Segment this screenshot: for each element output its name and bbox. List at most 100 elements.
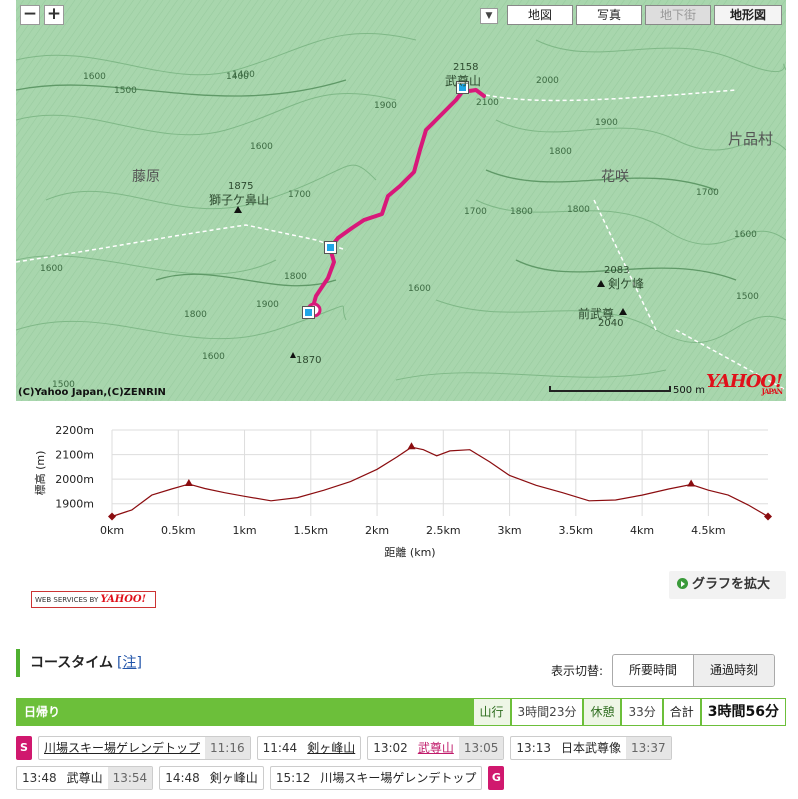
x-tick-label: 3km xyxy=(498,524,522,537)
course-time-heading: コースタイム [注] xyxy=(16,649,142,677)
x-tick-label: 0.5km xyxy=(161,524,196,537)
display-toggle: 所要時間 通過時刻 xyxy=(612,654,775,687)
zoom-in-button[interactable]: + xyxy=(44,5,64,25)
scale-bar xyxy=(549,386,671,392)
x-tick-label: 3.5km xyxy=(559,524,594,537)
waypoint-name[interactable]: 武尊山 xyxy=(413,737,459,759)
contour-label: 1600 xyxy=(40,264,63,274)
departure-time: 11:16 xyxy=(205,737,250,759)
contour-label: 1600 xyxy=(408,284,431,294)
contour-label: 2100 xyxy=(476,98,499,108)
route-row-1: S 川場スキー場ゲレンデトップ 11:16 11:44 剣ヶ峰山 13:02 武尊山 13:… xyxy=(16,736,672,760)
x-tick-label: 1.5km xyxy=(293,524,328,537)
contour-label: 2000 xyxy=(536,76,559,86)
contour-label: 1800 xyxy=(184,310,207,320)
route-waypoint: 11:44 剣ヶ峰山 xyxy=(256,736,362,760)
rest-label: 休憩 xyxy=(583,698,622,726)
waypoint-start[interactable] xyxy=(302,306,315,319)
elev-1870: 1870 xyxy=(296,355,322,366)
contour-label: 1700 xyxy=(288,190,311,200)
x-axis-title: 距離 (km) xyxy=(384,545,435,559)
toggle-passing-time[interactable]: 通過時刻 xyxy=(693,655,774,686)
contour-label: 1400 xyxy=(226,72,249,82)
endpoint-marker xyxy=(764,512,772,521)
total-label: 合計 xyxy=(662,698,701,726)
y-tick-label: 2100m xyxy=(55,449,94,462)
x-tick-label: 4km xyxy=(630,524,654,537)
terrain-contours xyxy=(16,0,786,401)
walk-value: 3時間23分 xyxy=(510,698,584,726)
map-type-underground: 地下街 xyxy=(645,5,711,25)
label-fujiwara: 藤原 xyxy=(132,169,160,185)
play-icon xyxy=(677,578,688,589)
departure-time: 13:05 xyxy=(458,737,504,759)
toggle-required-time[interactable]: 所要時間 xyxy=(613,655,693,686)
peak-marker xyxy=(407,442,416,450)
contour-label: 1800 xyxy=(510,207,533,217)
arrival-time: 13:13 xyxy=(516,741,552,755)
arrival-time: 13:02 xyxy=(373,741,408,755)
yahoo-map-logo: YAHOO! JAPAN xyxy=(706,371,783,396)
y-axis-title: 標高 (m) xyxy=(33,451,47,496)
contour-label: 1700 xyxy=(696,188,719,198)
map-type-photo[interactable]: 写真 xyxy=(576,5,642,25)
map-type-standard[interactable]: 地図 xyxy=(507,5,573,25)
route-waypoint: 13:02 武尊山 13:05 xyxy=(367,736,505,760)
summary-title: 日帰り xyxy=(24,705,61,719)
contour-label: 1800 xyxy=(549,147,572,157)
scale-label: 500 m xyxy=(673,385,706,396)
waypoint-name[interactable]: 川場スキー場ゲレンデトップ xyxy=(39,737,205,759)
x-tick-label: 2.5km xyxy=(426,524,461,537)
map-type-topographic[interactable]: 地形図 xyxy=(714,5,782,25)
contour-label: 1600 xyxy=(734,230,757,240)
x-tick-label: 0km xyxy=(100,524,124,537)
waypoint-name: 日本武尊像 xyxy=(561,741,622,755)
label-tsurugigamine: 剣ケ峰 xyxy=(608,277,645,291)
map-copyright: (C)Yahoo Japan,(C)ZENRIN xyxy=(18,387,166,398)
topographic-map[interactable]: − + ▼ 地図 写真 地下街 地形図 2158 武尊山 1875 獅子ケ鼻山 … xyxy=(16,0,786,401)
elevation-chart-svg: 2200m 2100m 2000m 1900m 0km 0.5km 1km 1.5km 2km 2… xyxy=(33,424,772,559)
waypoint-name: 剣ヶ峰山 xyxy=(209,771,258,785)
zoom-out-button[interactable]: − xyxy=(20,5,40,25)
contour-label: 1900 xyxy=(256,300,279,310)
y-tick-label: 1900m xyxy=(55,498,94,511)
label-shishigahana: 獅子ケ鼻山 xyxy=(209,193,270,207)
peak-marker xyxy=(687,479,696,487)
x-tick-label: 1km xyxy=(232,524,256,537)
display-switch-label: 表示切替: xyxy=(551,664,604,678)
contour-label: 1900 xyxy=(595,118,618,128)
route-waypoint: 15:12 川場スキー場ゲレンデトップ xyxy=(269,766,483,790)
layer-dropdown-icon[interactable]: ▼ xyxy=(480,8,498,24)
web-services-badge[interactable]: WEB SERVICES BY YAHOO! xyxy=(31,591,156,608)
waypoint-name[interactable]: 剣ヶ峰山 xyxy=(302,737,360,759)
y-tick-label: 2000m xyxy=(55,473,94,486)
note-link[interactable]: [注] xyxy=(117,655,142,671)
expand-graph-button[interactable]: グラフを拡大 xyxy=(669,571,786,599)
course-summary-bar: 日帰り 山行 3時間23分 休憩 33分 合計 3時間56分 xyxy=(16,698,786,726)
contour-label: 1600 xyxy=(250,142,273,152)
label-takeru: 武尊山 xyxy=(445,74,482,88)
goal-marker: G xyxy=(488,766,505,790)
departure-time: 13:54 xyxy=(107,767,153,789)
x-tick-label: 4.5km xyxy=(691,524,726,537)
route-waypoint: 14:48 剣ヶ峰山 xyxy=(159,766,264,790)
waypoint-name: 武尊山 xyxy=(66,771,103,785)
label-hanasaki: 花咲 xyxy=(601,169,629,185)
contour-label: 1600 xyxy=(202,352,225,362)
arrival-time: 11:44 xyxy=(262,741,298,755)
departure-time: 13:37 xyxy=(626,737,671,759)
walk-label: 山行 xyxy=(472,698,511,726)
elevation-chart[interactable]: 2200m 2100m 2000m 1900m 0km 0.5km 1km 1.5km 2km 2… xyxy=(16,420,786,560)
contour-label: 1600 xyxy=(83,72,106,82)
contour-label: 1800 xyxy=(284,272,307,282)
rest-value: 33分 xyxy=(621,698,663,726)
start-marker: S xyxy=(16,736,32,760)
route-waypoint: 13:13 日本武尊像 13:37 xyxy=(510,736,672,760)
contour-label: 1900 xyxy=(374,101,397,111)
x-tick-label: 2km xyxy=(365,524,389,537)
endpoint-marker xyxy=(108,512,116,521)
route-waypoint: 13:48 武尊山 13:54 xyxy=(16,766,154,790)
elev-maehotaka: 2040 xyxy=(598,318,624,329)
arrival-time: 15:12 xyxy=(275,771,311,785)
waypoint-tsurugigamine[interactable] xyxy=(324,241,337,254)
